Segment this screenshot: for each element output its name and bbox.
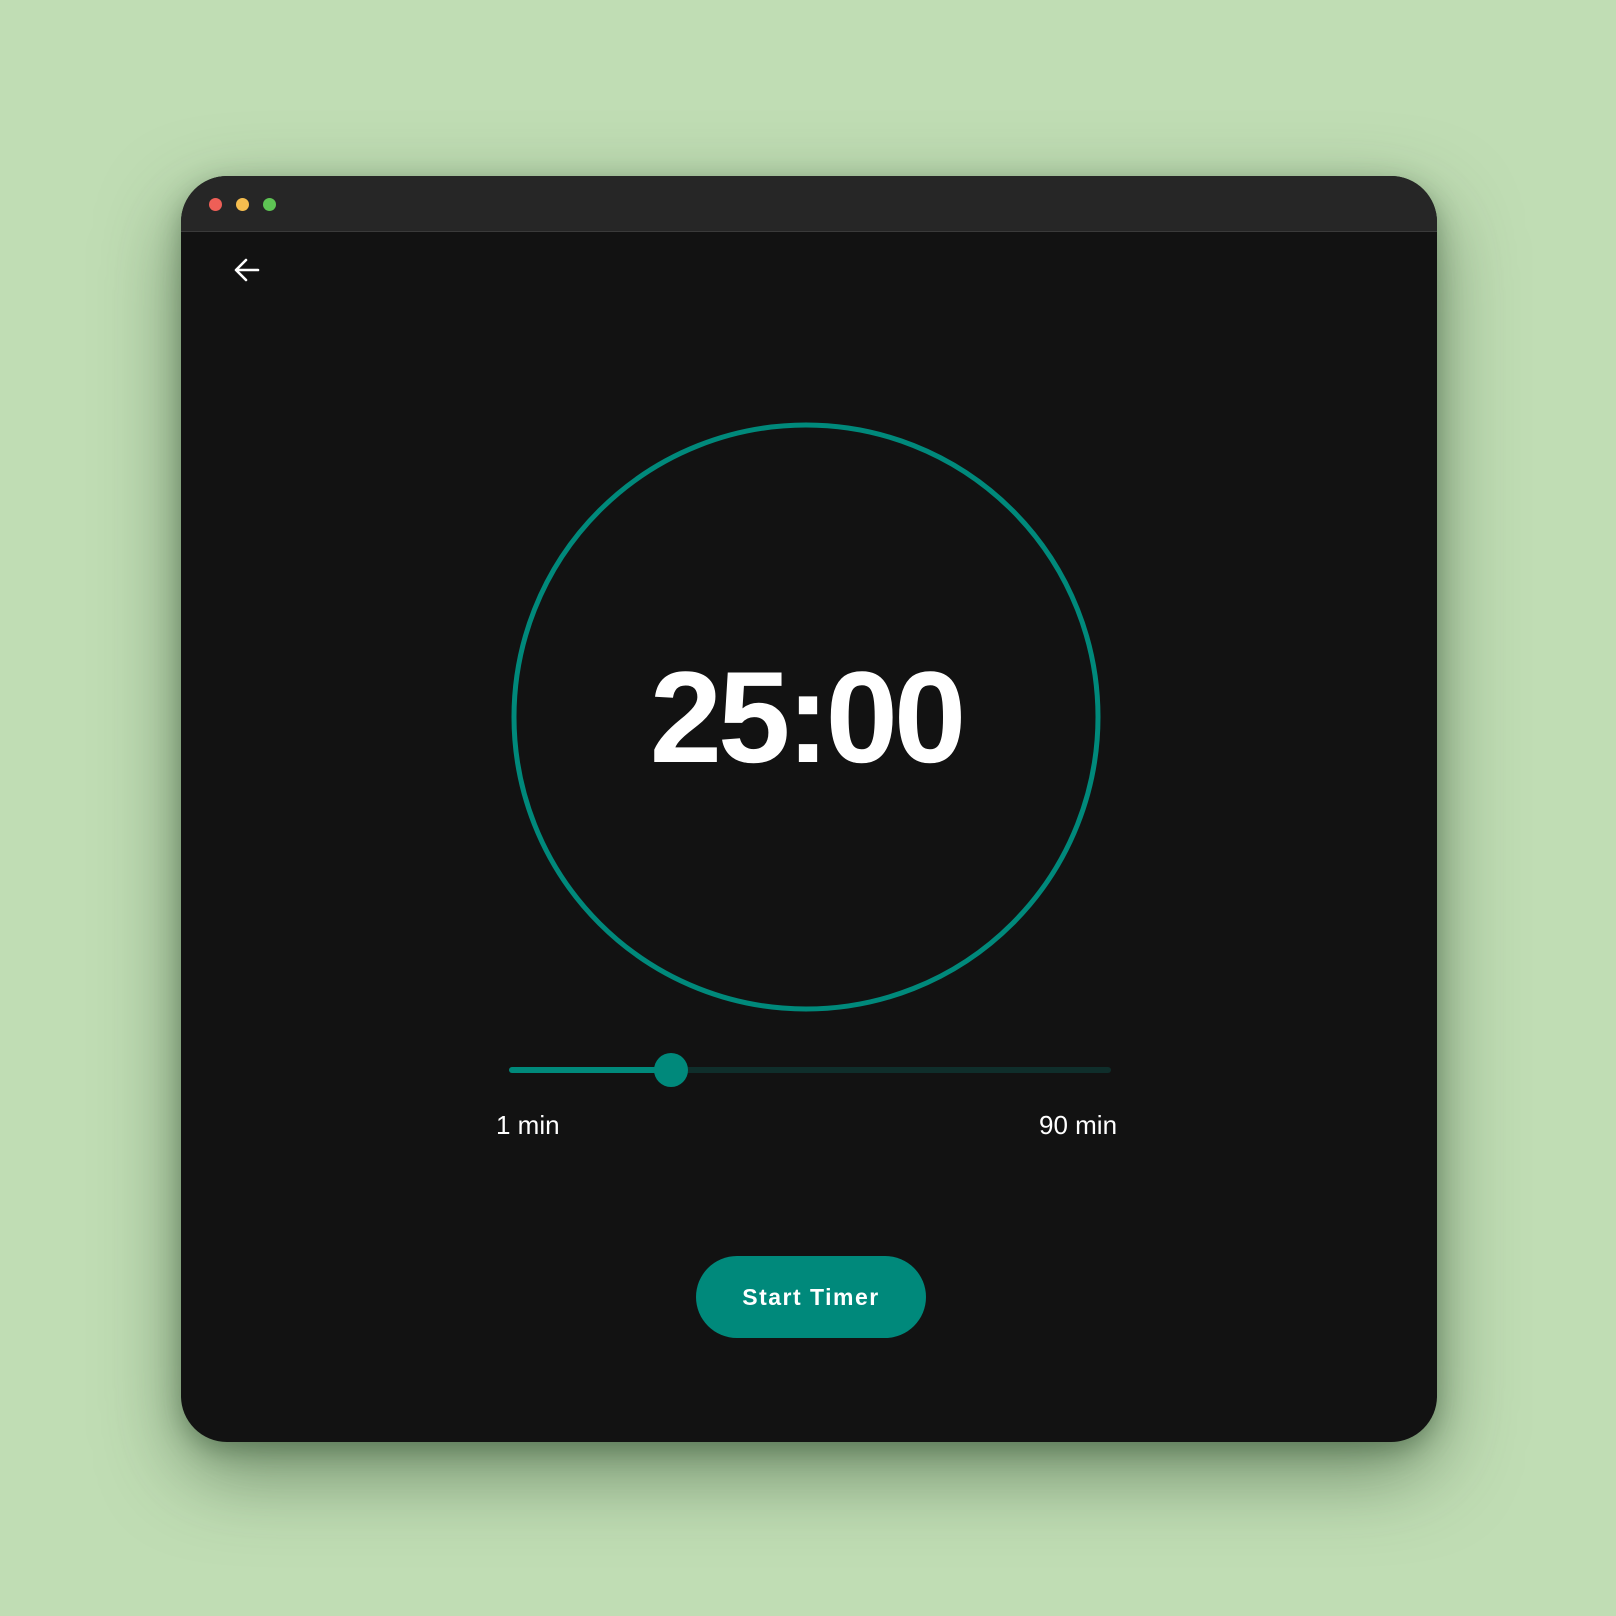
maximize-window-button[interactable] (263, 198, 276, 211)
duration-slider[interactable] (509, 1050, 1111, 1090)
slider-min-label: 1 min (496, 1110, 560, 1140)
start-timer-button[interactable]: Start Timer (696, 1256, 926, 1338)
back-button[interactable] (227, 250, 267, 290)
title-bar (181, 176, 1437, 232)
minimize-window-button[interactable] (236, 198, 249, 211)
slider-max-label: 90 min (1039, 1110, 1118, 1140)
slider-fill (509, 1067, 671, 1073)
slider-thumb[interactable] (654, 1053, 688, 1087)
timer-display: 25:00 (649, 644, 967, 790)
app-window: 25:00 1 min 90 min Start Timer (181, 176, 1437, 1442)
close-window-button[interactable] (209, 198, 222, 211)
arrow-left-icon (234, 258, 260, 282)
